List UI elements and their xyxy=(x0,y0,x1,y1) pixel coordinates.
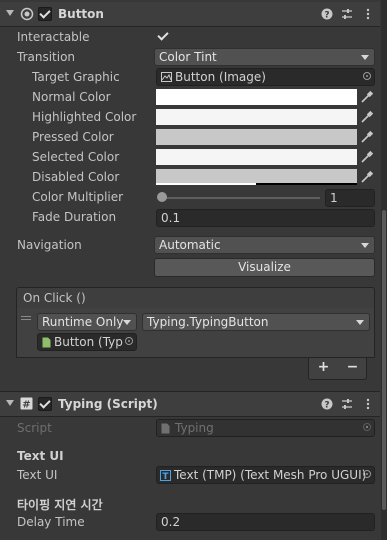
highlighted-color-swatch[interactable] xyxy=(156,109,357,125)
drag-handle-icon[interactable] xyxy=(21,316,31,320)
help-icon[interactable]: ? xyxy=(321,398,333,410)
more-menu-icon[interactable] xyxy=(362,8,374,20)
function-value: Typing.TypingButton xyxy=(147,315,269,329)
disabled-color-swatch[interactable] xyxy=(156,169,357,185)
event-object-field[interactable]: Button (Typ xyxy=(37,333,137,351)
color-multiplier-input[interactable]: 1 xyxy=(325,189,375,207)
foldout-arrow-icon[interactable] xyxy=(6,10,14,16)
function-dropdown[interactable]: Typing.TypingButton xyxy=(142,313,370,331)
eyedropper-icon[interactable] xyxy=(360,110,374,124)
delay-header: 타이핑 지연 시간 xyxy=(17,498,103,512)
highlighted-color-label: Highlighted Color xyxy=(32,110,137,124)
interactable-checkbox[interactable] xyxy=(156,29,170,43)
object-picker-icon[interactable] xyxy=(363,72,371,80)
foldout-arrow-icon[interactable] xyxy=(6,400,14,406)
remove-event-button[interactable]: − xyxy=(338,358,367,378)
on-click-header: On Click () xyxy=(16,287,375,309)
object-picker-icon[interactable] xyxy=(363,470,371,478)
text-ui-header: Text UI xyxy=(17,449,64,463)
chevron-down-icon xyxy=(123,320,131,325)
component-title: Button xyxy=(58,7,104,21)
event-list-footer: + − xyxy=(308,358,367,380)
normal-color-label: Normal Color xyxy=(32,90,111,104)
alpha-bar-empty xyxy=(256,183,357,185)
component-icon xyxy=(20,7,34,21)
image-icon xyxy=(161,72,172,82)
pressed-color-label: Pressed Color xyxy=(32,130,114,144)
fade-duration-input[interactable]: 0.1 xyxy=(156,209,375,227)
svg-text:#: # xyxy=(22,400,30,411)
text-ui-label: Text UI xyxy=(17,468,58,482)
color-multiplier-label: Color Multiplier xyxy=(32,190,124,204)
gameobject-icon xyxy=(42,337,51,348)
transition-label: Transition xyxy=(17,50,76,64)
on-click-title: On Click () xyxy=(23,291,86,305)
enabled-checkbox[interactable] xyxy=(38,397,52,411)
pressed-color-swatch[interactable] xyxy=(156,129,357,145)
runtime-dropdown[interactable]: Runtime Only xyxy=(37,313,137,331)
transition-dropdown[interactable]: Color Tint xyxy=(154,48,375,66)
presets-icon[interactable] xyxy=(341,398,353,410)
inspector-scrollbar[interactable] xyxy=(381,0,387,540)
eyedropper-icon[interactable] xyxy=(360,130,374,144)
target-graphic-label: Target Graphic xyxy=(32,70,120,84)
navigation-value: Automatic xyxy=(159,238,221,252)
component-title: Typing (Script) xyxy=(58,397,158,411)
eyedropper-icon[interactable] xyxy=(360,90,374,104)
color-multiplier-slider-track[interactable] xyxy=(160,197,320,199)
enabled-checkbox[interactable] xyxy=(38,7,52,21)
navigation-label: Navigation xyxy=(17,238,82,252)
target-graphic-field[interactable]: Button (Image) xyxy=(156,68,375,86)
svg-text:T: T xyxy=(162,472,169,481)
event-object-value: Button (Typ xyxy=(54,335,123,349)
fade-duration-label: Fade Duration xyxy=(32,210,117,224)
eyedropper-icon[interactable] xyxy=(360,170,374,184)
help-icon[interactable]: ? xyxy=(321,8,333,20)
text-ui-field[interactable]: T Text (TMP) (Text Mesh Pro UGUI) xyxy=(156,466,375,484)
delay-time-input[interactable]: 0.2 xyxy=(156,513,375,531)
script-value: Typing xyxy=(175,421,214,435)
selected-color-label: Selected Color xyxy=(32,150,120,164)
script-file-icon xyxy=(161,423,170,434)
color-multiplier-slider-thumb[interactable] xyxy=(157,192,167,202)
svg-text:?: ? xyxy=(324,401,329,411)
runtime-value: Runtime Only xyxy=(42,315,124,329)
svg-text:?: ? xyxy=(324,11,329,21)
transition-value: Color Tint xyxy=(159,50,217,64)
script-label: Script xyxy=(17,421,52,435)
text-ui-value: Text (TMP) (Text Mesh Pro UGUI) xyxy=(174,468,367,482)
visualize-button[interactable]: Visualize xyxy=(154,258,375,277)
object-picker-icon[interactable] xyxy=(125,337,133,345)
object-picker-icon xyxy=(363,423,371,431)
alpha-bar xyxy=(156,183,256,185)
text-mesh-pro-icon: T xyxy=(160,470,171,481)
chevron-down-icon xyxy=(356,320,364,325)
add-event-button[interactable]: + xyxy=(309,358,338,378)
presets-icon[interactable] xyxy=(341,8,353,20)
script-field: Typing xyxy=(156,419,375,437)
typing-component-header[interactable]: # Typing (Script) ? xyxy=(0,392,380,417)
more-menu-icon[interactable] xyxy=(362,398,374,410)
button-component-header[interactable]: Button ? xyxy=(0,2,380,27)
chevron-down-icon xyxy=(361,55,369,60)
disabled-color-label: Disabled Color xyxy=(32,170,120,184)
interactable-label: Interactable xyxy=(17,30,90,44)
chevron-down-icon xyxy=(361,243,369,248)
delay-time-label: Delay Time xyxy=(17,515,85,529)
navigation-dropdown[interactable]: Automatic xyxy=(154,236,375,254)
target-graphic-value: Button (Image) xyxy=(175,70,266,84)
script-icon: # xyxy=(20,397,33,410)
eyedropper-icon[interactable] xyxy=(360,150,374,164)
selected-color-swatch[interactable] xyxy=(156,149,357,165)
normal-color-swatch[interactable] xyxy=(156,89,357,105)
scrollbar-thumb[interactable] xyxy=(382,210,386,510)
